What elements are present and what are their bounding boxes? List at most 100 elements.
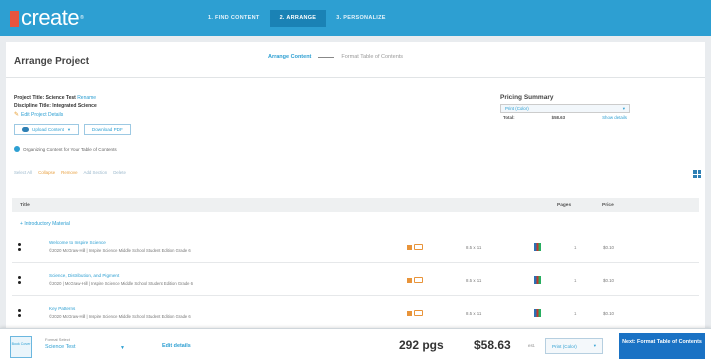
pricing-format-select[interactable]: Print (Color) ▾ <box>500 104 630 113</box>
tab-arrange-content[interactable]: Arrange Content <box>268 54 311 60</box>
book-cover-icon <box>534 309 541 317</box>
pricing-total-row: Total: $58.63 Show details <box>500 115 630 120</box>
pricing-summary-title: Pricing Summary <box>500 94 554 101</box>
info-icon <box>14 146 20 152</box>
chevron-down-icon: ▾ <box>593 343 596 348</box>
select-all-button[interactable]: Select All <box>14 170 32 175</box>
edit-details-link[interactable]: Edit details <box>162 343 191 349</box>
monitor-icon <box>414 244 423 250</box>
print-icon <box>407 244 412 250</box>
total-price: $58.63 <box>474 338 511 352</box>
row-title-link[interactable]: Science, Distribution, and Pigment <box>49 273 119 278</box>
page-count: 292 pgs <box>399 338 444 352</box>
monitor-icon <box>414 277 423 283</box>
edit-project-details-link[interactable]: ✎ Edit Project Details <box>14 111 64 119</box>
bottom-summary-bar: Book Cover Format Select Science Test ▼ … <box>0 328 711 362</box>
pricing-format-value: Print (Color) <box>505 106 529 111</box>
drag-handle-icon[interactable] <box>18 276 21 284</box>
project-title-label: Project Title: <box>14 95 45 101</box>
delete-button[interactable]: Delete <box>113 170 126 175</box>
divider <box>6 77 705 78</box>
row-size: 8.5 x 11 <box>466 245 482 250</box>
show-details-link[interactable]: Show details <box>602 115 627 120</box>
pricing-total-value: $58.63 <box>551 115 566 120</box>
row-price: $0.10 <box>603 278 614 283</box>
row-price: $0.10 <box>603 245 614 250</box>
book-cover-icon <box>534 276 541 284</box>
chevron-down-icon: ▼ <box>66 127 71 132</box>
book-cover-icon <box>534 243 541 251</box>
row-source: ©2020 | McGraw-Hill | Inspire Science Mi… <box>49 281 193 286</box>
column-title: Title <box>20 202 30 208</box>
arrange-panel: Arrange Project Arrange Content Format T… <box>6 42 705 334</box>
estimate-label: est. <box>528 343 536 348</box>
tab-arrange[interactable]: 2. ARRANGE <box>269 10 327 27</box>
create-logo[interactable]: create ® <box>10 5 84 31</box>
table-header: Title Pages Price <box>12 198 699 212</box>
row-format-icons <box>407 310 423 316</box>
pricing-total-label: Total: <box>503 115 515 120</box>
organizing-content-label: Organizing Content for Your Table of Con… <box>23 146 117 152</box>
drag-handle-icon[interactable] <box>18 243 21 251</box>
remove-button[interactable]: Remove <box>61 170 77 175</box>
tab-personalize[interactable]: 3. PERSONALIZE <box>326 10 395 27</box>
discipline-value: Integrated Science <box>52 103 97 109</box>
action-buttons: Upload Content ▼ Download PDF <box>14 124 131 135</box>
table-row[interactable]: Science, Distribution, and Pigment ©2020… <box>12 266 699 296</box>
pencil-icon: ✎ <box>14 112 20 118</box>
top-navigation-bar: create ® 1. FIND CONTENT 2. ARRANGE 3. PE… <box>0 0 711 36</box>
download-pdf-label: Download PDF <box>91 127 123 132</box>
table-row[interactable]: Key Patterns ©2020 McGraw-Hill | Inspire… <box>12 299 699 329</box>
pricing-summary: Pricing Summary Print (Color) ▾ Total: $… <box>500 94 630 120</box>
add-section-button[interactable]: Add Section <box>84 170 108 175</box>
chevron-down-icon[interactable]: ▼ <box>120 345 125 351</box>
tab-format-toc[interactable]: Format Table of Contents <box>341 54 403 60</box>
edit-project-details-label: Edit Project Details <box>21 111 64 118</box>
format-select-label: Format Select <box>45 337 70 342</box>
column-price: Price <box>602 202 614 208</box>
download-pdf-button[interactable]: Download PDF <box>83 124 131 135</box>
row-price: $0.10 <box>603 311 614 316</box>
next-format-toc-button[interactable]: Next: Format Table of Contents <box>619 333 705 359</box>
drag-handle-icon[interactable] <box>18 309 21 317</box>
row-pages: 1 <box>574 311 577 316</box>
row-pages: 1 <box>574 278 577 283</box>
organizing-content-toggle[interactable]: Organizing Content for Your Table of Con… <box>14 146 117 152</box>
cloud-upload-icon <box>22 127 29 132</box>
row-format-icons <box>407 244 423 250</box>
mcgraw-hill-logo-icon <box>10 11 19 27</box>
step-tabs: 1. FIND CONTENT 2. ARRANGE 3. PERSONALIZ… <box>198 10 396 27</box>
print-icon <box>407 310 412 316</box>
row-source: ©2020 McGraw-Hill | Inspire Science Midd… <box>49 248 191 253</box>
print-icon <box>407 277 412 283</box>
row-pages: 1 <box>574 245 577 250</box>
row-size: 8.5 x 11 <box>466 278 482 283</box>
chevron-down-icon: ▾ <box>622 105 625 111</box>
row-title-link[interactable]: Welcome to Inspire Science <box>49 240 106 245</box>
upload-content-label: Upload Content <box>32 127 64 132</box>
logo-text: create <box>21 5 80 30</box>
content-toolbar: Select All Collapse Remove Add Section D… <box>14 170 126 175</box>
sub-tabs: Arrange Content Format Table of Contents <box>268 54 403 60</box>
project-title-value: Science Test <box>45 95 76 101</box>
row-format-icons <box>407 277 423 283</box>
tab-find-content[interactable]: 1. FIND CONTENT <box>198 10 270 27</box>
table-row[interactable]: Welcome to Inspire Science ©2020 McGraw-… <box>12 233 699 263</box>
book-cover-thumbnail[interactable]: Book Cover <box>10 336 32 358</box>
print-format-value: Print (Color) <box>552 343 577 349</box>
rename-link[interactable]: Rename <box>77 95 96 101</box>
discipline-label: Discipline Title: <box>14 103 51 109</box>
print-format-select[interactable]: Print (Color) ▾ <box>545 338 603 354</box>
upload-content-button[interactable]: Upload Content ▼ <box>14 124 79 135</box>
row-size: 8.5 x 11 <box>466 311 482 316</box>
trademark-mark: ® <box>80 15 84 21</box>
page-title: Arrange Project <box>14 56 90 67</box>
grid-view-icon[interactable] <box>693 170 701 178</box>
section-label: Introductory Material <box>24 221 70 227</box>
section-introductory-material[interactable]: + Introductory Material <box>20 221 70 227</box>
collapse-button[interactable]: Collapse <box>38 170 55 175</box>
column-pages: Pages <box>557 202 572 208</box>
format-select-value[interactable]: Science Test <box>45 344 75 350</box>
sub-tab-divider <box>318 56 335 58</box>
row-title-link[interactable]: Key Patterns <box>49 306 75 311</box>
